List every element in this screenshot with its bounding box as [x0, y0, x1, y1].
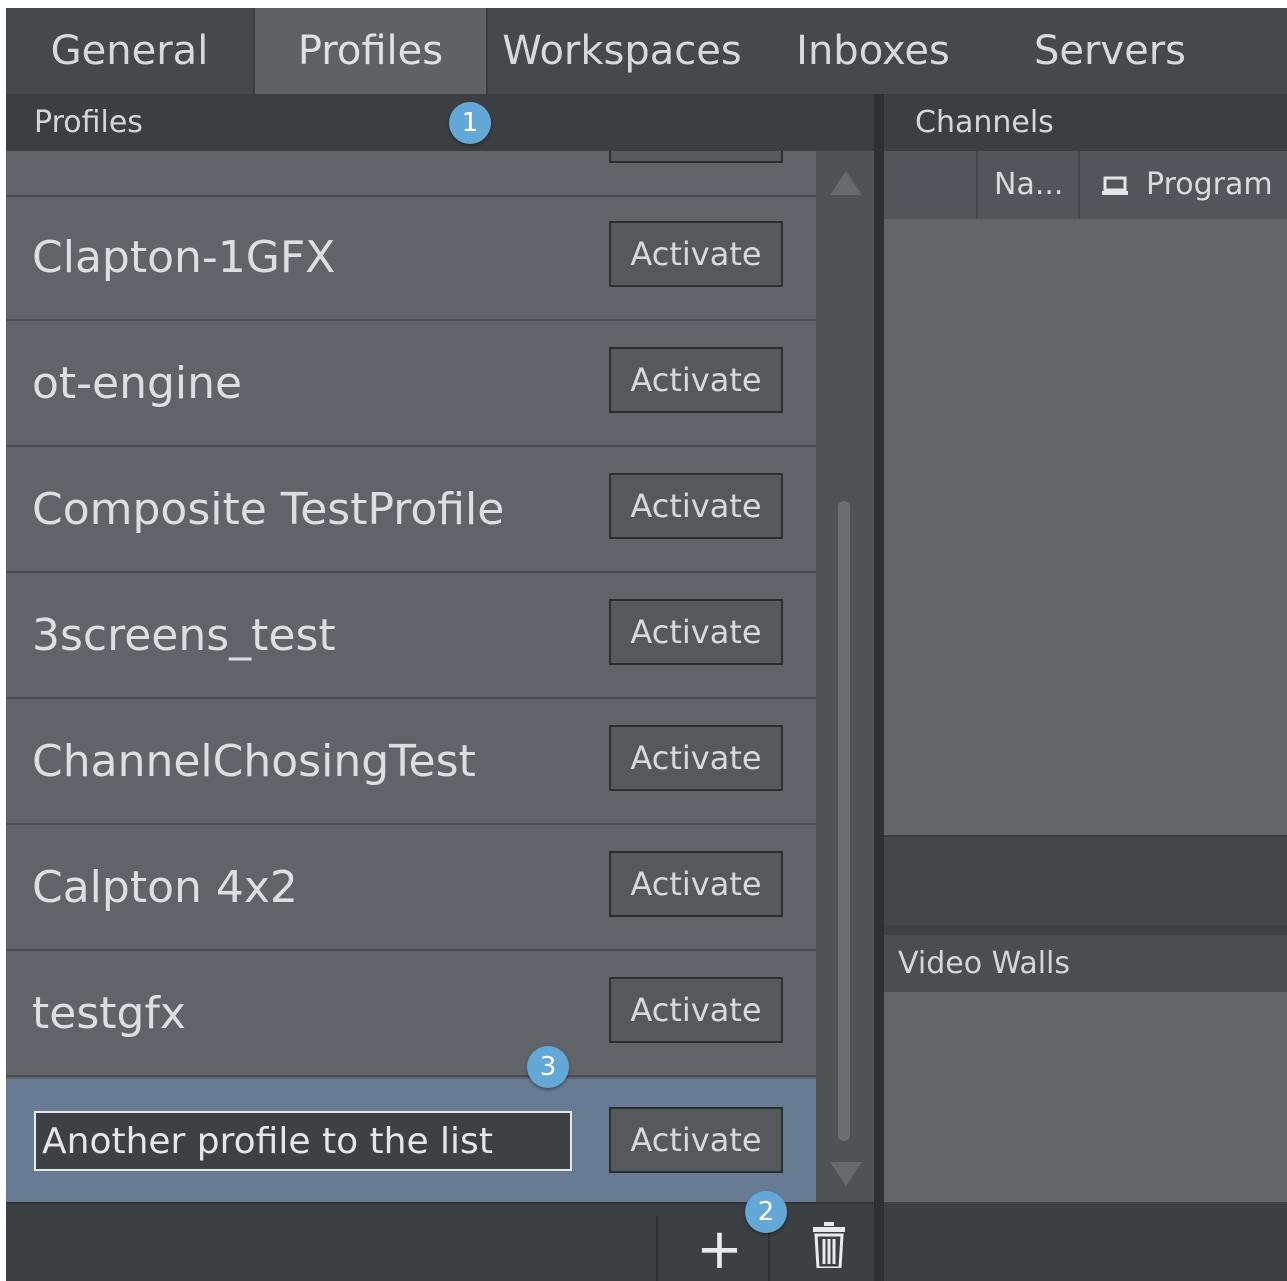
profiles-panel-header: Profiles — [6, 94, 874, 151]
profile-name: ChannelChosingTest — [32, 736, 476, 787]
list-item[interactable]: ot-engine Activate — [6, 323, 816, 447]
profile-name: 3screens_test — [32, 610, 336, 661]
activate-button[interactable]: Activate — [609, 851, 783, 917]
tab-profiles[interactable]: Profiles — [255, 8, 486, 94]
profile-name: Composite TestProfile — [32, 484, 505, 535]
panel-splitter[interactable] — [874, 94, 884, 1281]
profile-name: ot-engine — [32, 358, 243, 409]
list-item-new-profile[interactable]: Activate — [6, 1079, 816, 1202]
channels-footer — [884, 835, 1287, 925]
list-item[interactable]: Composite TestProfile Activate — [6, 449, 816, 573]
activate-button[interactable]: Activate — [609, 151, 783, 163]
tab-servers[interactable]: Servers — [990, 8, 1230, 94]
activate-button[interactable]: Activate — [609, 725, 783, 791]
video-walls-header: Video Walls — [884, 935, 1287, 992]
activate-button[interactable]: Activate — [609, 347, 783, 413]
scrollbar-thumb[interactable] — [838, 501, 850, 1141]
list-item[interactable]: Calpton 4x2 Activate — [6, 827, 816, 951]
column-header-blank — [884, 151, 978, 219]
activate-button[interactable]: Activate — [609, 977, 783, 1043]
tab-inboxes[interactable]: Inboxes — [756, 8, 990, 94]
channels-panel-title: Channels — [915, 105, 1054, 140]
profiles-settings-window: General Profiles Workspaces Inboxes Serv… — [6, 8, 1287, 1281]
toolbar-divider — [656, 1216, 658, 1281]
activate-button[interactable]: Activate — [609, 599, 783, 665]
profiles-toolbar: + — [6, 1202, 874, 1281]
list-item[interactable]: 3screens_test Activate — [6, 575, 816, 699]
column-header-program[interactable]: Program — [1080, 151, 1287, 219]
activate-button[interactable]: Activate — [609, 473, 783, 539]
scroll-down-icon[interactable] — [830, 1162, 862, 1186]
profile-name: Clapton-1GFX — [32, 232, 336, 283]
profile-name: testgfx — [32, 988, 186, 1039]
list-item[interactable]: ChannelChosingTest Activate — [6, 701, 816, 825]
profile-name-input[interactable] — [34, 1111, 572, 1171]
monitor-icon — [1102, 176, 1128, 195]
tab-general[interactable]: General — [6, 8, 253, 94]
list-item[interactable]: testgfx Activate — [6, 953, 816, 1077]
tab-bar: General Profiles Workspaces Inboxes Serv… — [6, 8, 1287, 94]
activate-button[interactable]: Activate — [609, 221, 783, 287]
profiles-scrollbar[interactable] — [816, 151, 874, 1202]
list-item[interactable]: Activate — [6, 151, 816, 197]
scroll-up-icon[interactable] — [830, 171, 862, 195]
video-walls-title: Video Walls — [898, 946, 1071, 981]
column-header-program-label: Program — [1146, 167, 1273, 202]
trash-icon[interactable] — [812, 1222, 846, 1268]
callout-badge-1: 1 — [449, 102, 491, 144]
video-walls-toolbar — [884, 1204, 1287, 1281]
profiles-list: Activate Clapton-1GFX Activate ot-engine… — [6, 151, 816, 1202]
plus-icon[interactable]: + — [696, 1222, 743, 1278]
list-item[interactable]: Clapton-1GFX Activate — [6, 197, 816, 321]
profiles-panel-title: Profiles — [34, 105, 143, 140]
channels-table-body — [884, 219, 1287, 835]
video-walls-body — [884, 992, 1287, 1202]
callout-badge-2: 2 — [745, 1191, 787, 1233]
column-header-name[interactable]: Na... — [978, 151, 1080, 219]
callout-badge-3: 3 — [527, 1046, 569, 1088]
channels-table-header: Na... Program — [884, 151, 1287, 219]
activate-button[interactable]: Activate — [609, 1107, 783, 1173]
tab-workspaces[interactable]: Workspaces — [488, 8, 756, 94]
channels-panel-header: Channels — [884, 94, 1287, 151]
profile-name: Calpton 4x2 — [32, 862, 298, 913]
